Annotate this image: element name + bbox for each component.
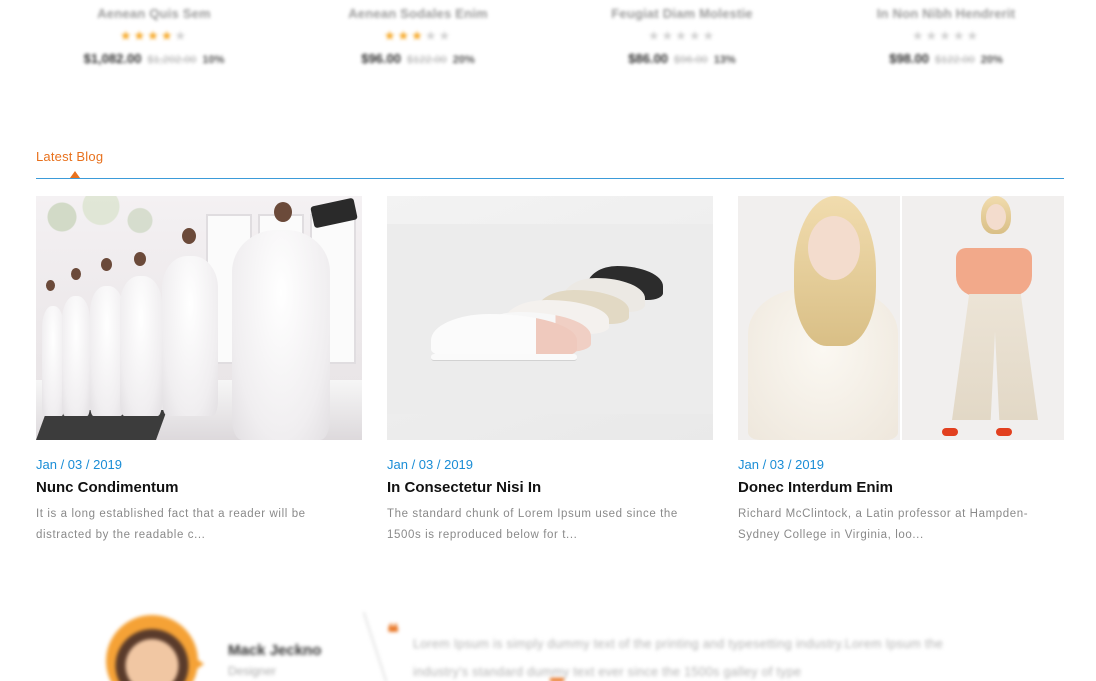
discount-badge: 13% — [713, 54, 736, 66]
star-empty-icon: ★ — [966, 28, 981, 43]
product-prices: $86.00 $96.00 13% — [562, 51, 802, 69]
section-divider — [36, 178, 1064, 179]
latest-blog-header: Latest Blog — [36, 146, 1064, 182]
figure-head — [134, 252, 146, 266]
quote-icon: ❝ — [387, 620, 399, 646]
star-filled-icon: ★ — [147, 28, 161, 43]
blog-title-link[interactable]: Nunc Condimentum — [36, 479, 362, 499]
discount-badge: 10% — [202, 54, 225, 66]
figure-head — [46, 280, 55, 291]
discount-badge: 20% — [980, 54, 1003, 66]
product-card[interactable]: Feugiat Diam Molestie ★★★★★ $86.00 $96.00… — [562, 6, 802, 69]
chevron-divider-icon — [344, 612, 388, 681]
avatar-pointer-icon — [194, 657, 204, 671]
image-divider — [900, 196, 902, 440]
blog-title-link[interactable]: Donec Interdum Enim — [738, 479, 1064, 499]
star-filled-icon: ★ — [160, 28, 175, 43]
price-current: $96.00 — [361, 51, 401, 66]
star-empty-icon: ★ — [911, 28, 926, 43]
dress-figure — [232, 230, 330, 440]
star-empty-icon: ★ — [952, 28, 967, 43]
testimonial-text: Lorem Ipsum is simply dummy text of the … — [413, 637, 944, 679]
rating-stars: ★★★★★ — [298, 28, 538, 46]
price-old: $122.00 — [406, 54, 447, 66]
dress-figure — [120, 276, 162, 416]
blog-card: Jan / 03 / 2019 In Consectetur Nisi In T… — [387, 196, 713, 546]
star-empty-icon: ★ — [174, 28, 189, 43]
dress-figure — [62, 296, 90, 416]
product-card[interactable]: In Non Nibh Hendrerit ★★★★★ $98.00 $122.0… — [826, 6, 1066, 69]
red-shoe — [996, 428, 1012, 436]
product-card[interactable]: Aenean Sodales Enim ★★★★★ $96.00 $122.00 2… — [298, 6, 538, 69]
price-current: $86.00 — [628, 51, 669, 66]
red-shoe — [942, 428, 958, 436]
rating-stars: ★★★★★ — [562, 28, 802, 46]
star-empty-icon: ★ — [647, 28, 662, 43]
product-name[interactable]: Feugiat Diam Molestie — [562, 6, 802, 24]
blog-date: Jan / 03 / 2019 — [387, 457, 474, 472]
dress-figure — [162, 256, 218, 416]
blog-excerpt: Richard McClintock, a Latin professor at… — [738, 508, 1029, 541]
model-face — [986, 204, 1006, 230]
blog-title-link[interactable]: In Consectetur Nisi In — [387, 479, 713, 499]
fashion-models-image[interactable] — [738, 196, 1064, 440]
blog-date: Jan / 03 / 2019 — [36, 457, 123, 472]
blog-card: Jan / 03 / 2019 Nunc Condimentum It is a… — [36, 196, 362, 546]
star-empty-icon: ★ — [675, 28, 689, 43]
flower-decor — [36, 196, 166, 266]
blog-excerpt: The standard chunk of Lorem Ipsum used s… — [387, 508, 678, 541]
blog-excerpt: It is a long established fact that a rea… — [36, 508, 306, 541]
price-old: $96.00 — [674, 54, 708, 66]
dress-figure — [90, 286, 124, 416]
product-name[interactable]: In Non Nibh Hendrerit — [826, 6, 1066, 24]
price-current: $98.00 — [889, 51, 929, 66]
model-face — [808, 216, 860, 280]
product-name[interactable]: Aenean Sodales Enim — [298, 6, 538, 24]
discount-badge: 20% — [452, 54, 475, 66]
cream-pants-figure — [952, 294, 1038, 420]
product-strip: Aenean Quis Sem ★★★★★ $1,082.00 $1,202.00… — [0, 0, 1096, 80]
price-current: $1,082.00 — [83, 51, 142, 66]
star-empty-icon: ★ — [424, 28, 439, 43]
peach-top-figure — [956, 248, 1032, 296]
blog-card: Jan / 03 / 2019 Donec Interdum Enim Rich… — [738, 196, 1064, 546]
figure-head — [101, 258, 112, 271]
price-old: $122.00 — [934, 54, 975, 66]
price-old: $1,202.00 — [147, 54, 197, 66]
testimonial-section: Mack Jeckno Designer ❝ Lorem Ipsum is si… — [0, 600, 1096, 681]
testimonial-name: Mack Jeckno — [228, 642, 322, 659]
white-sneakers-image[interactable] — [387, 196, 713, 440]
star-empty-icon: ★ — [661, 28, 676, 43]
rating-stars: ★★★★★ — [34, 28, 274, 46]
section-title: Latest Blog — [36, 149, 104, 164]
figure-head — [274, 202, 292, 222]
star-filled-icon: ★ — [383, 28, 398, 43]
figure-head — [71, 268, 81, 280]
star-empty-icon: ★ — [702, 28, 717, 43]
dress-figure — [42, 306, 64, 416]
product-prices: $1,082.00 $1,202.00 10% — [34, 51, 274, 69]
star-filled-icon: ★ — [133, 28, 148, 43]
star-empty-icon: ★ — [688, 28, 703, 43]
star-empty-icon: ★ — [438, 28, 453, 43]
star-empty-icon: ★ — [925, 28, 940, 43]
product-name[interactable]: Aenean Quis Sem — [34, 6, 274, 24]
product-card[interactable]: Aenean Quis Sem ★★★★★ $1,082.00 $1,202.00… — [34, 6, 274, 69]
blog-date: Jan / 03 / 2019 — [738, 457, 825, 472]
star-filled-icon: ★ — [119, 28, 134, 43]
rating-stars: ★★★★★ — [826, 28, 1066, 46]
star-empty-icon: ★ — [939, 28, 953, 43]
testimonial-role: Designer — [228, 664, 277, 678]
product-prices: $98.00 $122.00 20% — [826, 51, 1066, 69]
sneaker-sole — [431, 354, 577, 361]
caret-up-icon — [70, 171, 80, 178]
bridal-runway-image[interactable] — [36, 196, 362, 440]
star-filled-icon: ★ — [397, 28, 412, 43]
avatar — [106, 615, 198, 681]
product-prices: $96.00 $122.00 20% — [298, 51, 538, 69]
figure-head — [182, 228, 196, 244]
star-filled-icon: ★ — [411, 28, 425, 43]
